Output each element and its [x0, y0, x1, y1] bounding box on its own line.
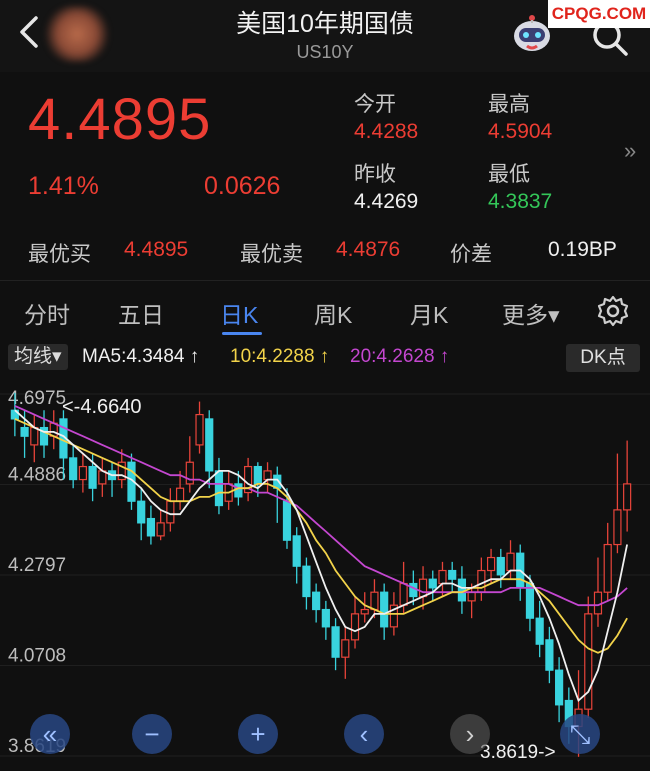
best-bid-value: 4.4895 — [124, 238, 189, 261]
candle-down — [214, 470, 224, 507]
candle-up — [593, 591, 603, 615]
candle-up — [360, 608, 369, 615]
candle-down — [69, 457, 78, 481]
scroll-right-button[interactable]: › — [450, 714, 490, 754]
candle-down — [535, 617, 544, 645]
candle-up — [370, 591, 379, 611]
candle-down — [331, 626, 340, 658]
candle-up — [613, 509, 622, 546]
ma20-value: 20:4.2628 ↑ — [350, 346, 450, 367]
best-ask-label: 最优卖 — [240, 243, 303, 266]
top-bar: 美国10年期国债 US10Y CPQG.COM — [0, 0, 650, 72]
prev-close-value: 4.4269 — [354, 190, 419, 213]
change-percent: 1.41% — [28, 172, 99, 200]
ma5-line — [14, 409, 628, 703]
candle-up — [623, 483, 632, 511]
candle-down — [380, 591, 389, 628]
candle-up — [156, 522, 165, 537]
candle-down — [292, 535, 301, 567]
divider — [0, 280, 650, 281]
candle-up — [195, 413, 204, 446]
expand-quote-icon[interactable]: » — [624, 138, 636, 164]
spread-value: 0.19BP — [548, 238, 617, 261]
site-watermark: CPQG.COM — [548, 0, 650, 28]
candle-up — [486, 556, 496, 572]
candle-up — [418, 578, 428, 598]
y-tick-label: 4.0708 — [8, 646, 66, 667]
candle-up — [399, 582, 408, 606]
candle-down — [88, 465, 97, 489]
candle-up — [603, 543, 612, 593]
candle-up — [438, 569, 447, 585]
candle-up — [341, 639, 350, 658]
tab-more[interactable]: 更多▾ — [502, 296, 560, 330]
ma10-line — [14, 418, 628, 654]
candlestick-chart[interactable]: 4.69754.48864.27974.07083.8619 — [0, 374, 650, 771]
candle-down — [282, 500, 292, 541]
tab-five-day[interactable]: 五日 — [118, 296, 164, 330]
zoom-in-button[interactable]: + — [238, 714, 278, 754]
dk-point-button[interactable]: DK点 — [566, 344, 640, 372]
best-bid-label: 最优买 — [28, 243, 91, 266]
candle-down — [137, 500, 146, 524]
ma10-value: 10:4.2288 ↑ — [230, 346, 330, 367]
ma-selector-button[interactable]: 均线▾ — [8, 344, 68, 370]
candle-up — [350, 613, 360, 641]
open-value: 4.4288 — [354, 120, 419, 143]
candle-down — [409, 582, 418, 598]
low-value: 4.3837 — [488, 190, 553, 213]
tab-daily-k[interactable]: 日K — [220, 296, 258, 330]
candle-up — [175, 487, 185, 502]
tab-intraday[interactable]: 分时 — [24, 296, 70, 330]
candle-up — [467, 591, 476, 602]
active-tab-indicator — [222, 332, 262, 335]
high-label: 最高 — [488, 93, 530, 116]
min-price-annotation: 3.8619-> — [480, 742, 556, 763]
candle-down — [20, 426, 29, 437]
candle-down — [321, 608, 330, 628]
candle-down — [205, 418, 214, 472]
zoom-out-button[interactable]: − — [132, 714, 172, 754]
y-tick-label: 4.4886 — [8, 465, 66, 486]
candle-up — [185, 461, 194, 485]
candle-up — [506, 552, 515, 572]
candle-down — [555, 669, 564, 706]
max-price-annotation: <-4.6640 — [62, 396, 142, 418]
y-tick-label: 4.2797 — [8, 555, 66, 576]
spread-label: 价差 — [450, 243, 492, 266]
fullscreen-button[interactable]: ⤡ — [560, 714, 600, 754]
candle-down — [457, 578, 467, 602]
candle-down — [146, 517, 156, 537]
ma5-value: MA5:4.3484 ↑ — [82, 346, 200, 367]
candle-up — [78, 465, 87, 481]
open-label: 今开 — [354, 93, 396, 116]
ma-legend: 均线▾ MA5:4.3484 ↑ 10:4.2288 ↑ 20:4.2628 ↑… — [0, 342, 650, 374]
scroll-far-left-button[interactable]: « — [30, 714, 70, 754]
change-amount: 0.0626 — [204, 172, 281, 200]
candle-up — [166, 500, 175, 524]
last-price: 4.4895 — [28, 87, 212, 152]
candle-down — [545, 639, 554, 671]
candle-down — [234, 483, 243, 498]
scroll-left-button[interactable]: ‹ — [344, 714, 384, 754]
candle-down — [448, 569, 457, 580]
tab-monthly-k[interactable]: 月K — [410, 296, 448, 330]
candle-down — [302, 565, 311, 598]
candle-down — [496, 556, 505, 576]
period-tabs: 分时 五日 日K 周K 月K 更多▾ — [0, 282, 650, 340]
prev-close-label: 昨收 — [354, 163, 396, 186]
candle-up — [263, 470, 272, 481]
candle-up — [30, 426, 39, 446]
low-label: 最低 — [488, 163, 530, 186]
candle-down — [253, 465, 262, 485]
best-ask-value: 4.4876 — [336, 238, 401, 261]
settings-gear-icon[interactable] — [596, 294, 630, 328]
candle-up — [477, 569, 486, 593]
candle-down — [312, 591, 321, 611]
high-value: 4.5904 — [488, 120, 553, 143]
tab-weekly-k[interactable]: 周K — [314, 296, 352, 330]
candle-down — [428, 578, 437, 589]
